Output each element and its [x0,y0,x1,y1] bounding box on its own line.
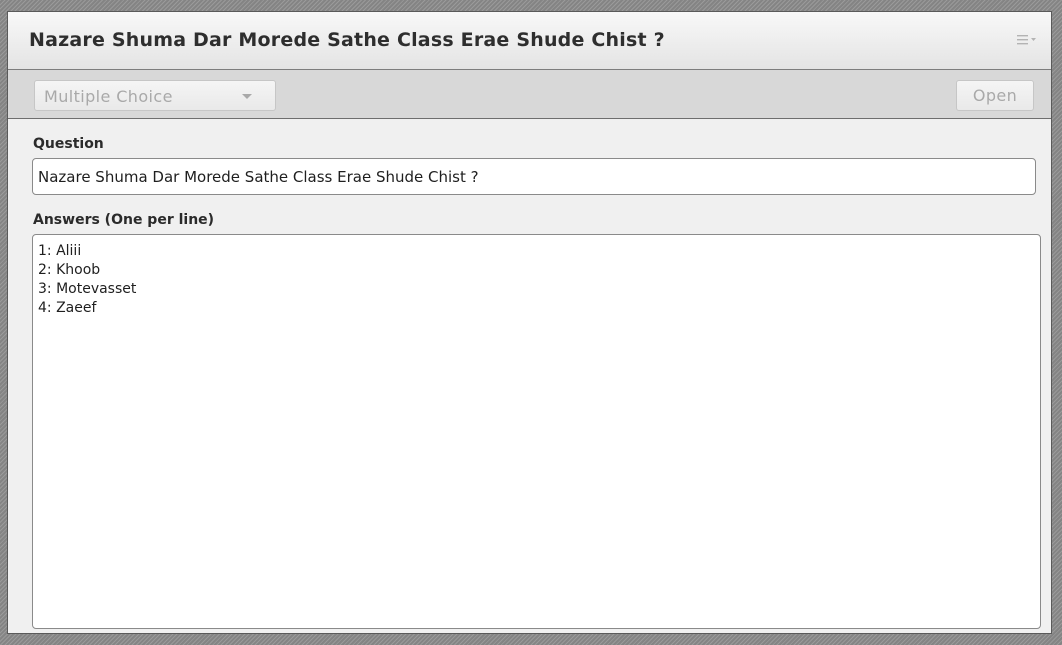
question-type-dropdown[interactable]: Multiple Choice [34,80,276,111]
poll-pod: Nazare Shuma Dar Morede Sathe Class Erae… [7,11,1052,634]
pod-title-bar: Nazare Shuma Dar Morede Sathe Class Erae… [8,12,1051,70]
answer-line: 2: Khoob [38,262,101,278]
answer-line: 1: Aliii [38,243,82,259]
question-input[interactable] [32,158,1036,195]
pod-options-menu-button[interactable] [1017,33,1037,47]
answers-textarea[interactable]: 1: Aliii 2: Khoob 3: Motevasset 4: Zaeef [32,234,1041,629]
question-label: Question [33,136,104,152]
answer-line: 4: Zaeef [38,300,97,316]
poll-toolbar: Multiple Choice Open [8,70,1051,119]
question-type-value: Multiple Choice [44,87,173,106]
chevron-down-icon [242,94,252,99]
answers-label: Answers (One per line) [33,212,215,228]
answer-line: 3: Motevasset [38,281,137,297]
hamburger-menu-icon [1017,35,1036,45]
pod-title: Nazare Shuma Dar Morede Sathe Class Erae… [29,29,665,51]
open-poll-button[interactable]: Open [956,80,1034,111]
